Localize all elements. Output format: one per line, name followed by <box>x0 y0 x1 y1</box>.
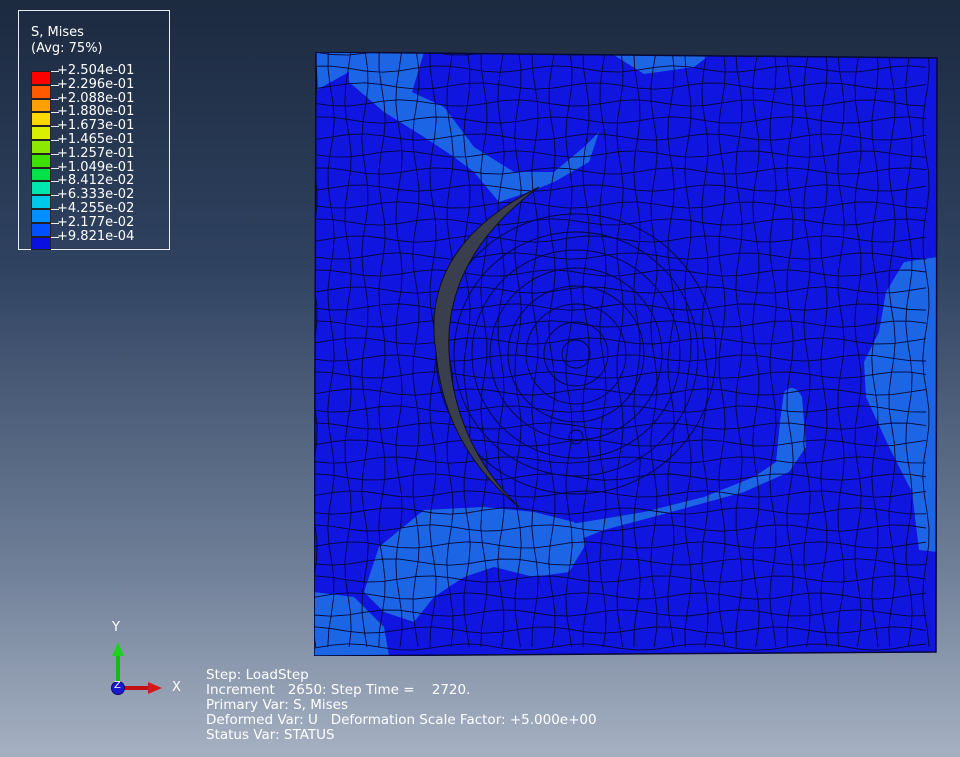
step-text: Step: LoadStep <box>206 667 309 683</box>
legend-swatch <box>31 208 51 223</box>
legend-value: +2.177e-02 <box>57 214 135 230</box>
legend-swatch <box>31 112 51 127</box>
legend-variable: S, Mises <box>31 25 84 40</box>
deformed-var-text: Deformed Var: U Deformation Scale Factor… <box>206 712 597 728</box>
deformed-mesh <box>314 52 937 656</box>
legend-swatch <box>31 71 51 85</box>
legend-value: +2.504e-01 <box>57 63 135 78</box>
legend-value: +9.821e-04 <box>57 228 135 244</box>
y-axis-label: Y <box>112 620 120 635</box>
status-var-text: Status Var: STATUS <box>206 727 335 743</box>
increment-text: Increment 2650: Step Time = 2720. <box>206 682 471 698</box>
status-block: Step: LoadStep Increment 2650: Step Time… <box>206 668 597 743</box>
legend-swatch <box>31 126 51 140</box>
model-viewport[interactable] <box>314 52 938 656</box>
legend-averaging: (Avg: 75%) <box>31 41 103 56</box>
legend-swatch <box>31 195 51 209</box>
legend-value: +1.257e-01 <box>57 145 135 161</box>
primary-var-text: Primary Var: S, Mises <box>206 697 348 713</box>
legend-value: +4.255e-02 <box>57 200 135 216</box>
legend-value: +1.465e-01 <box>57 131 135 147</box>
view-triad[interactable]: Y Z X <box>104 618 194 702</box>
legend-swatch <box>31 84 51 99</box>
x-arrow-icon <box>148 682 162 694</box>
y-arrow-icon <box>112 642 124 656</box>
legend-swatch <box>31 222 51 237</box>
legend-value: +2.296e-01 <box>57 76 135 92</box>
legend-swatch <box>31 153 51 168</box>
legend-swatch <box>31 167 51 182</box>
legend-swatch <box>31 139 51 154</box>
z-axis-label: Z <box>114 680 121 691</box>
x-axis-label: X <box>172 680 181 695</box>
legend-swatch <box>31 236 51 251</box>
contour-legend[interactable]: S, Mises (Avg: 75%) +2.504e-01 +2.296e-01… <box>18 10 170 251</box>
legend-swatch <box>31 98 51 113</box>
legend-swatch <box>31 181 51 196</box>
legend-title: S, Mises (Avg: 75%) <box>31 25 103 57</box>
